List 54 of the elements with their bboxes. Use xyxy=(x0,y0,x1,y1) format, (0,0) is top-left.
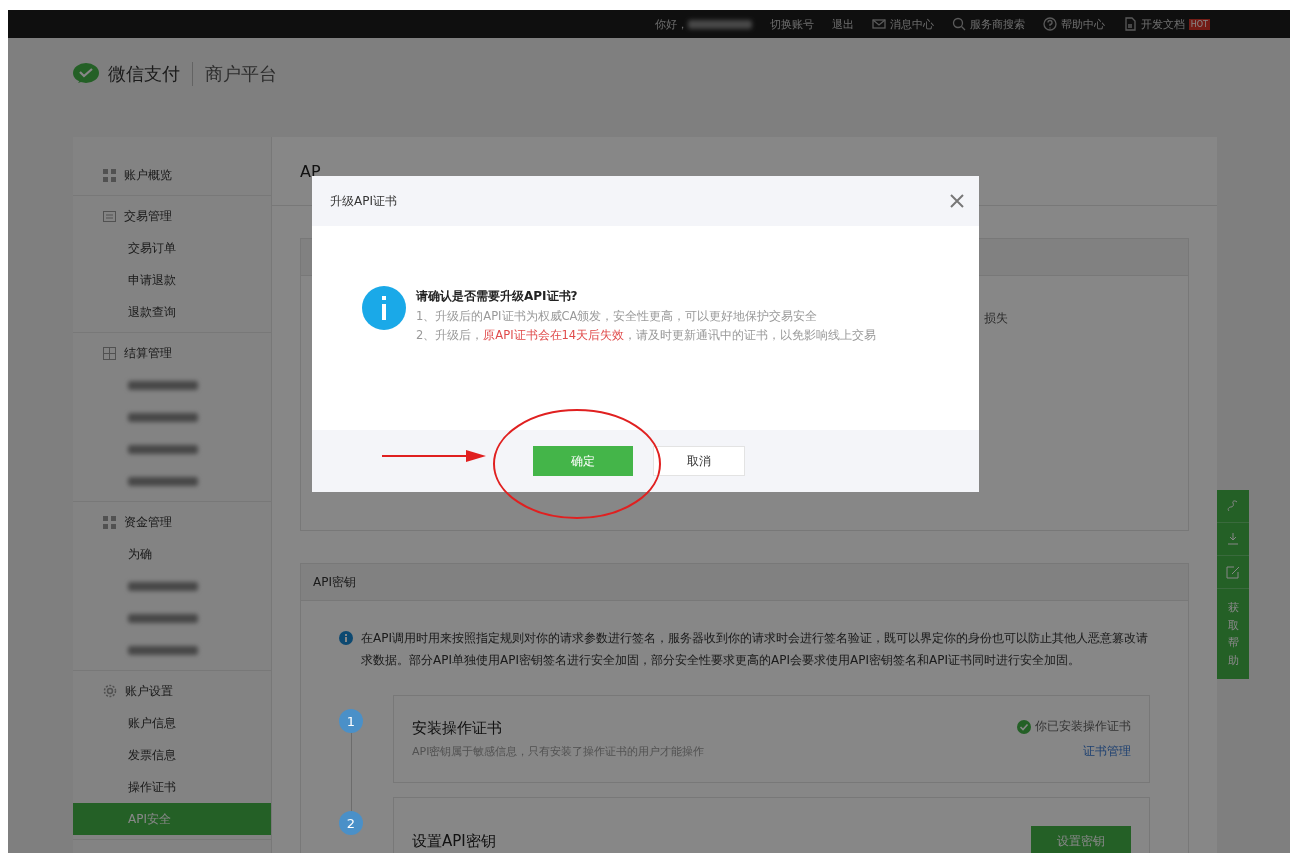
cancel-button[interactable]: 取消 xyxy=(653,446,745,476)
table-icon xyxy=(103,346,116,360)
confirm-button[interactable]: 确定 xyxy=(533,446,633,476)
grid-icon xyxy=(103,168,116,182)
list-icon xyxy=(103,210,116,222)
blurred-account-id xyxy=(687,19,752,29)
sidebar-item[interactable]: 申请退款 xyxy=(73,264,271,296)
wechat-pay-logo-icon xyxy=(72,62,100,86)
dialog-note: 2、升级后，原API证书会在14天后失效，请及时更新通讯中的证书，以免影响线上交易 xyxy=(416,328,877,343)
settings-icon xyxy=(103,684,117,698)
top-bar-link[interactable]: 消息中心 xyxy=(871,16,934,32)
sidebar-item[interactable]: 退款查询 xyxy=(73,296,271,328)
help-icon xyxy=(1042,17,1057,31)
product-name: 商户平台 xyxy=(192,62,277,86)
brand-name: 微信支付 xyxy=(108,62,180,86)
link-icon[interactable] xyxy=(1226,499,1240,513)
sidebar-item[interactable]: 操作证书 xyxy=(73,771,271,803)
section-title: API密钥 xyxy=(313,573,356,591)
dialog-note: 1、升级后的API证书为权威CA颁发，安全性更高，可以更好地保护交易安全 xyxy=(416,309,819,324)
certificate-link[interactable]: 证书管理 xyxy=(1083,743,1131,760)
close-icon[interactable] xyxy=(949,193,965,209)
dialog-question: 请确认是否需要升级API证书? xyxy=(416,288,579,305)
document-icon xyxy=(1122,17,1137,31)
info-paragraph: 在API调用时用来按照指定规则对你的请求参数进行签名，服务器收到你的请求时会进行签名验证，既可以界定你的身份也可以防止其他人恶意篡改请求数据。部分API单独使用API密钥签名进行安全加固，部分安全性要求更高的API会要求使用API密钥签名和API证书同时进行安全加固。 xyxy=(361,630,1149,669)
sidebar-group-title[interactable]: 资金管理 xyxy=(124,513,172,531)
sidebar-item[interactable]: 账户信息 xyxy=(73,707,271,739)
info-icon xyxy=(362,286,406,330)
sidebar-item[interactable]: 发票信息 xyxy=(73,739,271,771)
sidebar-group-title[interactable]: 账户概览 xyxy=(124,166,172,184)
greeting-text: 你好， xyxy=(654,16,688,32)
step-title: 设置API密钥 xyxy=(412,831,496,851)
top-bar-link[interactable]: 退出 xyxy=(831,16,854,32)
top-bar-link[interactable]: 开发文档 HOT xyxy=(1122,16,1210,32)
sidebar-group-title[interactable]: 结算管理 xyxy=(124,344,172,362)
edit-icon[interactable] xyxy=(1226,565,1240,579)
top-bar-link[interactable]: 切换账号 xyxy=(769,16,814,32)
info-icon xyxy=(339,631,353,645)
panel-text-fragment: 损失 xyxy=(984,310,1008,327)
sidebar-group-title[interactable]: 交易管理 xyxy=(124,207,172,225)
sidebar-item[interactable]: 为确 xyxy=(73,538,271,570)
check-icon xyxy=(1017,719,1031,734)
grid-icon xyxy=(103,515,116,529)
sidebar-item[interactable]: 交易订单 xyxy=(73,232,271,264)
mail-icon xyxy=(871,17,886,31)
top-bar-link[interactable]: 服务商搜索 xyxy=(951,16,1025,32)
step-title: 安装操作证书 xyxy=(412,719,503,738)
sidebar-group-title[interactable]: 账户设置 xyxy=(125,682,173,700)
step-number: 1 xyxy=(339,709,363,733)
step-status: 你已安装操作证书 xyxy=(1017,718,1131,735)
hot-badge: HOT xyxy=(1188,18,1210,30)
download-icon[interactable] xyxy=(1226,532,1240,546)
top-bar-link[interactable]: 帮助中心 xyxy=(1042,16,1105,32)
search-icon xyxy=(951,17,966,31)
step-number: 2 xyxy=(339,811,363,835)
